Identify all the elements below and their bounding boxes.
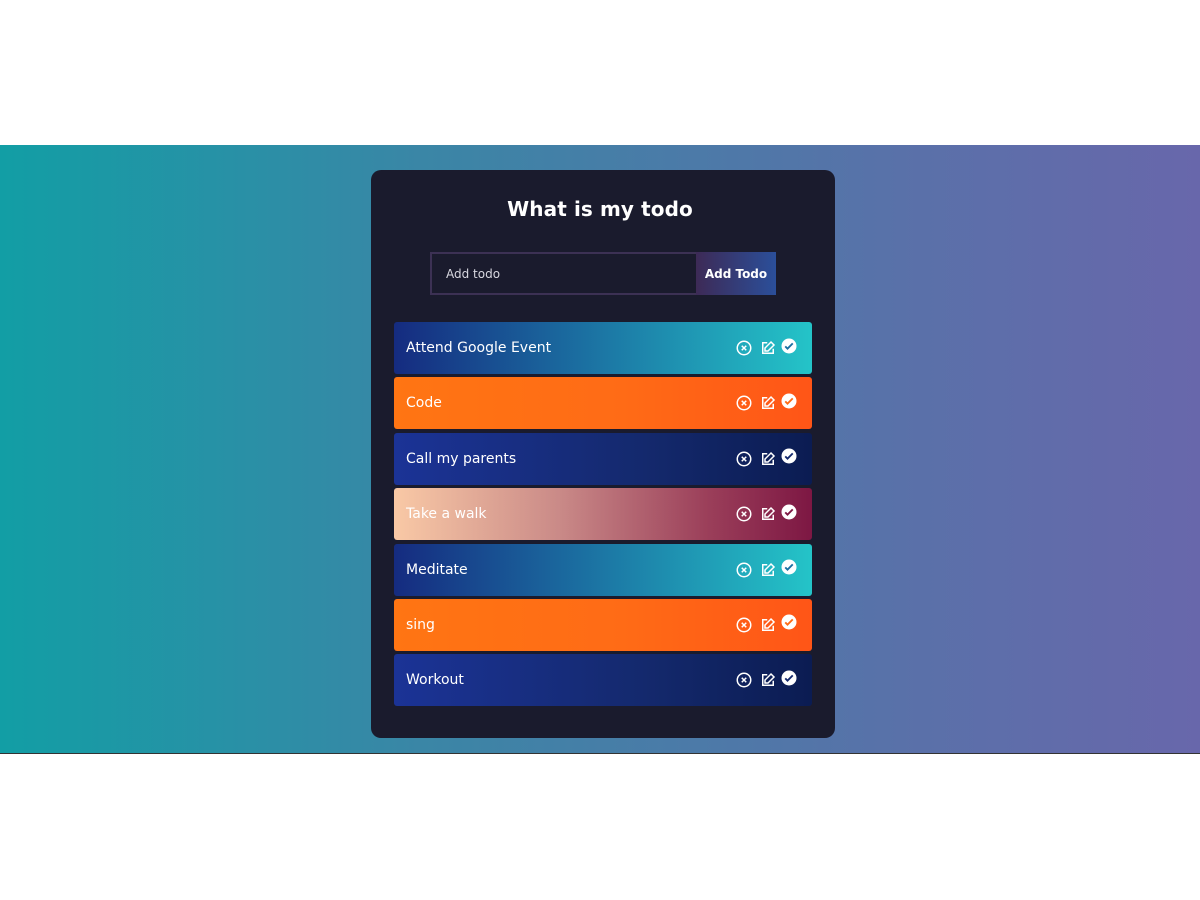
close-circle-icon[interactable] [735, 339, 753, 357]
todo-actions [735, 503, 798, 523]
edit-icon[interactable] [759, 671, 777, 689]
check-circle-icon[interactable] [780, 558, 798, 576]
todo-text: Code [406, 395, 442, 412]
todo-text: Workout [406, 672, 464, 689]
todo-list: Attend Google Event Code Call my parents… [394, 322, 812, 710]
close-circle-icon[interactable] [735, 394, 753, 412]
edit-icon[interactable] [759, 561, 777, 579]
check-circle-icon[interactable] [780, 337, 798, 355]
todo-text: Take a walk [406, 506, 487, 523]
todo-item: Meditate [394, 543, 812, 596]
check-circle-icon[interactable] [780, 669, 798, 687]
todo-item: Take a walk [394, 488, 812, 541]
edit-icon[interactable] [759, 450, 777, 468]
todo-input[interactable] [430, 252, 696, 295]
todo-actions [735, 447, 798, 468]
close-circle-icon[interactable] [735, 616, 753, 634]
check-circle-icon[interactable] [780, 392, 798, 410]
todo-actions [735, 613, 798, 634]
todo-item: Code [394, 377, 812, 430]
close-circle-icon[interactable] [735, 505, 753, 523]
edit-icon[interactable] [759, 505, 777, 523]
check-circle-icon[interactable] [780, 613, 798, 631]
todo-item: sing [394, 598, 812, 651]
close-circle-icon[interactable] [735, 561, 753, 579]
todo-item: Workout [394, 654, 812, 707]
page-title: What is my todo [507, 197, 693, 221]
close-circle-icon[interactable] [735, 671, 753, 689]
todo-card: Add Todo Attend Google Event Code [371, 170, 835, 738]
close-circle-icon[interactable] [735, 450, 753, 468]
check-circle-icon[interactable] [780, 503, 798, 521]
todo-actions [735, 558, 798, 579]
todo-item: Call my parents [394, 432, 812, 485]
todo-text: Meditate [406, 561, 468, 578]
todo-actions [735, 392, 798, 412]
check-circle-icon[interactable] [780, 447, 798, 465]
todo-item: Attend Google Event [394, 322, 812, 374]
edit-icon[interactable] [759, 339, 777, 357]
todo-text: Call my parents [406, 450, 517, 467]
add-todo-button[interactable]: Add Todo [696, 252, 776, 295]
todo-form: Add Todo [430, 252, 776, 295]
todo-actions [735, 669, 798, 689]
todo-text: sing [406, 616, 435, 633]
edit-icon[interactable] [759, 394, 777, 412]
todo-text: Attend Google Event [406, 340, 552, 356]
edit-icon[interactable] [759, 616, 777, 634]
todo-actions [735, 337, 798, 357]
